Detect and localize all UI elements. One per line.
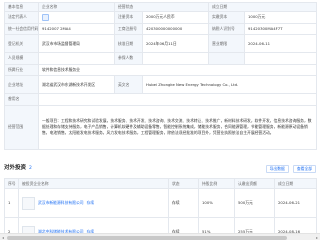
info-label: 经营范围 xyxy=(4,104,39,150)
info-header-row: 基本信息 企业名称 经营状态 成立日期 xyxy=(4,2,317,12)
info-label: 企业地址 xyxy=(4,75,39,94)
info-row: 人员规模 参保人数 xyxy=(4,52,317,65)
info-label: 曾用名 xyxy=(4,93,39,106)
info-row: 所属行业 软件和信息技术服务业 xyxy=(4,63,317,76)
info-value xyxy=(38,52,115,65)
info-row: 曾用名 xyxy=(4,93,317,106)
section-actions: 导出数据 查看全部 xyxy=(265,164,316,174)
info-value: 91420300MA4F7T xyxy=(244,22,317,35)
info-row: 统一社会信用代码 9142007 2MA4 工商注册号 420300000000… xyxy=(4,22,317,35)
info-value: 湖北省武汉市东湖新技术开发区 xyxy=(38,75,115,94)
scroll-left-icon[interactable]: ◂ xyxy=(1,235,5,240)
investment-table: 序号 被投资企业名称 状态 持股比例 认缴出资额 成立日期 1 武汉市新能源科技… xyxy=(4,178,317,240)
info-value: 1000万元 xyxy=(244,11,317,24)
info-value: 2000万元人民币 xyxy=(142,11,209,24)
company-logo xyxy=(22,196,35,210)
company-profile-page: 基本信息 企业名称 经营状态 成立日期 法定代表人 注册资本 2000万元人民币… xyxy=(0,0,320,240)
column-header[interactable]: 状态 xyxy=(168,178,199,189)
info-label: 企业名称 xyxy=(38,2,115,12)
column-header[interactable]: 认缴出资额 xyxy=(234,178,275,189)
export-button[interactable]: 导出数据 xyxy=(265,164,289,174)
info-value: 2024-06-11 xyxy=(244,34,317,53)
info-value xyxy=(38,93,317,106)
person-icon xyxy=(42,13,49,21)
scroll-thumb[interactable] xyxy=(7,235,287,240)
info-value xyxy=(244,52,317,65)
info-label: 纳税人识别号 xyxy=(208,22,245,35)
info-row: 法定代表人 注册资本 2000万元人民币 实缴资本 1000万元 xyxy=(4,11,317,24)
info-value: 武汉市市场监督管理局 xyxy=(38,34,115,53)
status-cell: 存续 xyxy=(168,188,199,218)
info-label: 参保人数 xyxy=(114,52,143,65)
date-cell: 2024-06-21 xyxy=(274,188,317,218)
section-title: 对外投资 xyxy=(4,165,27,172)
info-value: 2024年06月11日 xyxy=(142,34,209,53)
amount-cell: 500万元 xyxy=(234,188,275,218)
table-header-row: 序号 被投资企业名称 状态 持股比例 认缴出资额 成立日期 xyxy=(4,178,317,189)
business-scope-text: 一般项目：工程和技术研究和试验发展，技术服务、技术开发、技术咨询、技术交流、技术… xyxy=(38,104,317,150)
investment-section-header: 对外投资 2 导出数据 查看全部 xyxy=(4,162,316,176)
horizontal-scrollbar[interactable]: ◂ ▸ xyxy=(0,233,320,240)
info-label xyxy=(208,52,245,65)
company-cell[interactable]: 武汉市新能源科技有限公司 存续 xyxy=(18,188,169,218)
basic-info-table: 基本信息 企业名称 经营状态 成立日期 法定代表人 注册资本 2000万元人民币… xyxy=(4,2,317,150)
info-label: 实缴资本 xyxy=(208,11,245,24)
info-value: 9142007 2MA4 xyxy=(38,22,115,35)
legal-rep[interactable] xyxy=(42,13,111,21)
view-all-button[interactable]: 查看全部 xyxy=(292,164,316,174)
info-label: 成立日期 xyxy=(208,2,317,12)
info-label: 基本信息 xyxy=(4,2,39,12)
row-index: 1 xyxy=(4,188,19,218)
column-header[interactable]: 持股比例 xyxy=(198,178,235,189)
company-entry[interactable]: 武汉市新能源科技有限公司 存续 xyxy=(22,196,165,210)
info-label: 营业期限 xyxy=(208,34,245,53)
info-label: 注册资本 xyxy=(114,11,143,24)
info-label: 核准日期 xyxy=(114,34,143,53)
info-row: 企业地址 湖北省武汉市东湖新技术开发区 英文名 Hubei Zhongke Ne… xyxy=(4,75,317,94)
status-badge: 存续 xyxy=(86,200,95,206)
info-label: 英文名 xyxy=(114,75,143,94)
info-value xyxy=(142,52,209,65)
info-row: 登记机关 武汉市市场监督管理局 核准日期 2024年06月11日 营业期限 20… xyxy=(4,34,317,53)
section-count: 2 xyxy=(29,165,32,171)
info-value: Hubei Zhongke New Energy Technology Co.,… xyxy=(142,75,317,94)
scroll-right-icon[interactable]: ▸ xyxy=(315,235,319,240)
info-value: 软件和信息技术服务业 xyxy=(38,63,317,76)
info-value: 420300000000000 xyxy=(142,22,209,35)
legal-rep-cell[interactable] xyxy=(38,11,115,24)
column-header[interactable]: 被投资企业名称 xyxy=(18,178,169,189)
column-header[interactable]: 序号 xyxy=(4,178,19,189)
table-row[interactable]: 1 武汉市新能源科技有限公司 存续 存续 100% 500万元 2024-06-… xyxy=(4,188,317,218)
info-label: 登记机关 xyxy=(4,34,39,53)
company-name-link[interactable]: 武汉市新能源科技有限公司 xyxy=(38,201,84,205)
ratio-cell: 100% xyxy=(198,188,235,218)
info-row-scope: 经营范围 一般项目：工程和技术研究和试验发展，技术服务、技术开发、技术咨询、技术… xyxy=(4,104,317,150)
info-label: 经营状态 xyxy=(114,2,209,12)
info-label: 人员规模 xyxy=(4,52,39,65)
column-header[interactable]: 成立日期 xyxy=(274,178,317,189)
info-label: 工商注册号 xyxy=(114,22,143,35)
info-label: 法定代表人 xyxy=(4,11,39,24)
info-label: 所属行业 xyxy=(4,63,39,76)
info-label: 统一社会信用代码 xyxy=(4,22,39,35)
